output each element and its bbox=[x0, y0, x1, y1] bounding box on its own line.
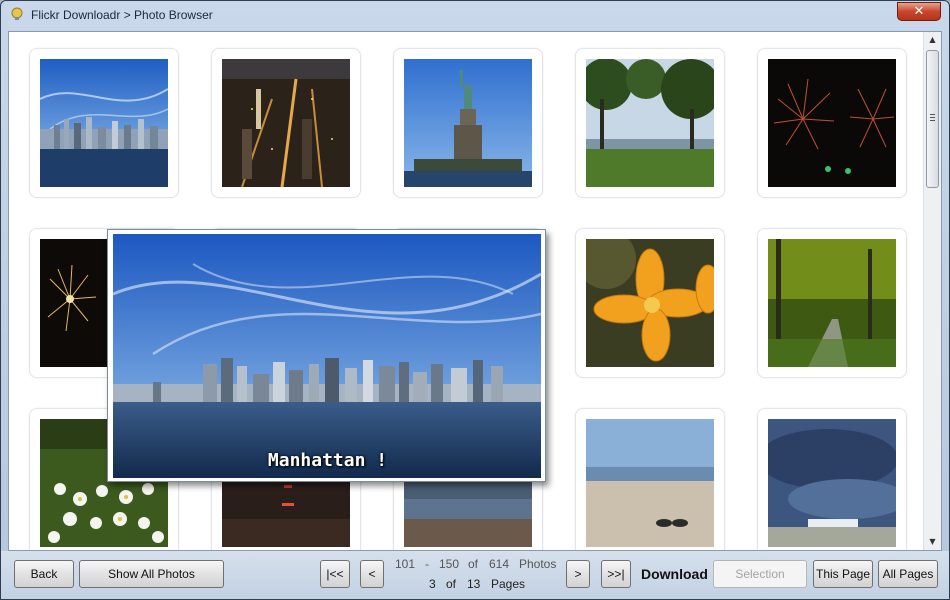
photo-preview-popup: Manhattan ! bbox=[107, 229, 546, 482]
pages-label: Pages bbox=[491, 577, 526, 591]
photo-tile[interactable] bbox=[29, 48, 179, 198]
vertical-scrollbar[interactable]: ▲ ▼ bbox=[923, 32, 941, 550]
page-of-label: of bbox=[446, 577, 457, 591]
range-start: 101 bbox=[395, 557, 416, 571]
app-window: Flickr Downloadr > Photo Browser ✕ ▲ ▼ M… bbox=[0, 0, 950, 600]
current-page: 3 bbox=[429, 577, 436, 591]
total-pages: 13 bbox=[467, 577, 481, 591]
grip-icon bbox=[930, 114, 935, 121]
last-page-button[interactable]: >>| bbox=[601, 560, 631, 588]
previous-page-button[interactable]: < bbox=[360, 560, 384, 588]
preview-caption: Manhattan ! bbox=[267, 450, 388, 471]
window-title: Flickr Downloadr > Photo Browser bbox=[31, 8, 213, 22]
park-trees-photo bbox=[586, 59, 714, 187]
total-photos: 614 bbox=[489, 557, 510, 571]
city-night-photo bbox=[222, 59, 350, 187]
forest-path-photo bbox=[768, 239, 896, 367]
first-page-button[interactable]: |<< bbox=[320, 560, 350, 588]
manhattan-skyline-photo bbox=[40, 59, 168, 187]
download-selection-button[interactable]: Selection bbox=[713, 560, 807, 588]
range-end: 150 bbox=[439, 557, 460, 571]
photos-label: Photos bbox=[519, 557, 557, 571]
back-button[interactable]: Back bbox=[14, 560, 74, 588]
next-page-button[interactable]: > bbox=[566, 560, 590, 588]
title-bar[interactable]: Flickr Downloadr > Photo Browser ✕ bbox=[1, 1, 949, 31]
photo-tile[interactable] bbox=[757, 408, 907, 550]
stormy-sky-photo bbox=[768, 419, 896, 547]
download-all-pages-button[interactable]: All Pages bbox=[878, 560, 938, 588]
scroll-up-icon[interactable]: ▲ bbox=[924, 32, 941, 48]
photo-tile[interactable] bbox=[757, 228, 907, 378]
range-dash: - bbox=[425, 557, 429, 571]
show-all-photos-button[interactable]: Show All Photos bbox=[79, 560, 224, 588]
manhattan-skyline-large-photo bbox=[113, 234, 541, 478]
download-label: Download bbox=[641, 566, 708, 582]
orange-lily-photo bbox=[586, 239, 714, 367]
bottom-toolbar: Back Show All Photos |<< < 101 - 150 of … bbox=[1, 551, 949, 599]
photo-tile[interactable] bbox=[211, 48, 361, 198]
photo-tile[interactable] bbox=[575, 228, 725, 378]
sandals-beach-photo bbox=[586, 419, 714, 547]
photo-browser: ▲ ▼ Manhattan ! bbox=[8, 31, 942, 551]
fireworks-photo bbox=[768, 59, 896, 187]
photo-tile[interactable] bbox=[757, 48, 907, 198]
photo-tile[interactable] bbox=[393, 48, 543, 198]
scroll-down-icon[interactable]: ▼ bbox=[924, 534, 941, 550]
scroll-thumb[interactable] bbox=[926, 50, 939, 188]
photo-tile[interactable] bbox=[575, 408, 725, 550]
range-of-label: of bbox=[468, 557, 479, 571]
download-this-page-button[interactable]: This Page bbox=[813, 560, 873, 588]
photo-tile[interactable] bbox=[575, 48, 725, 198]
flickr-downloadr-icon bbox=[11, 7, 23, 20]
statue-of-liberty-photo bbox=[404, 59, 532, 187]
close-button[interactable]: ✕ bbox=[897, 2, 941, 21]
